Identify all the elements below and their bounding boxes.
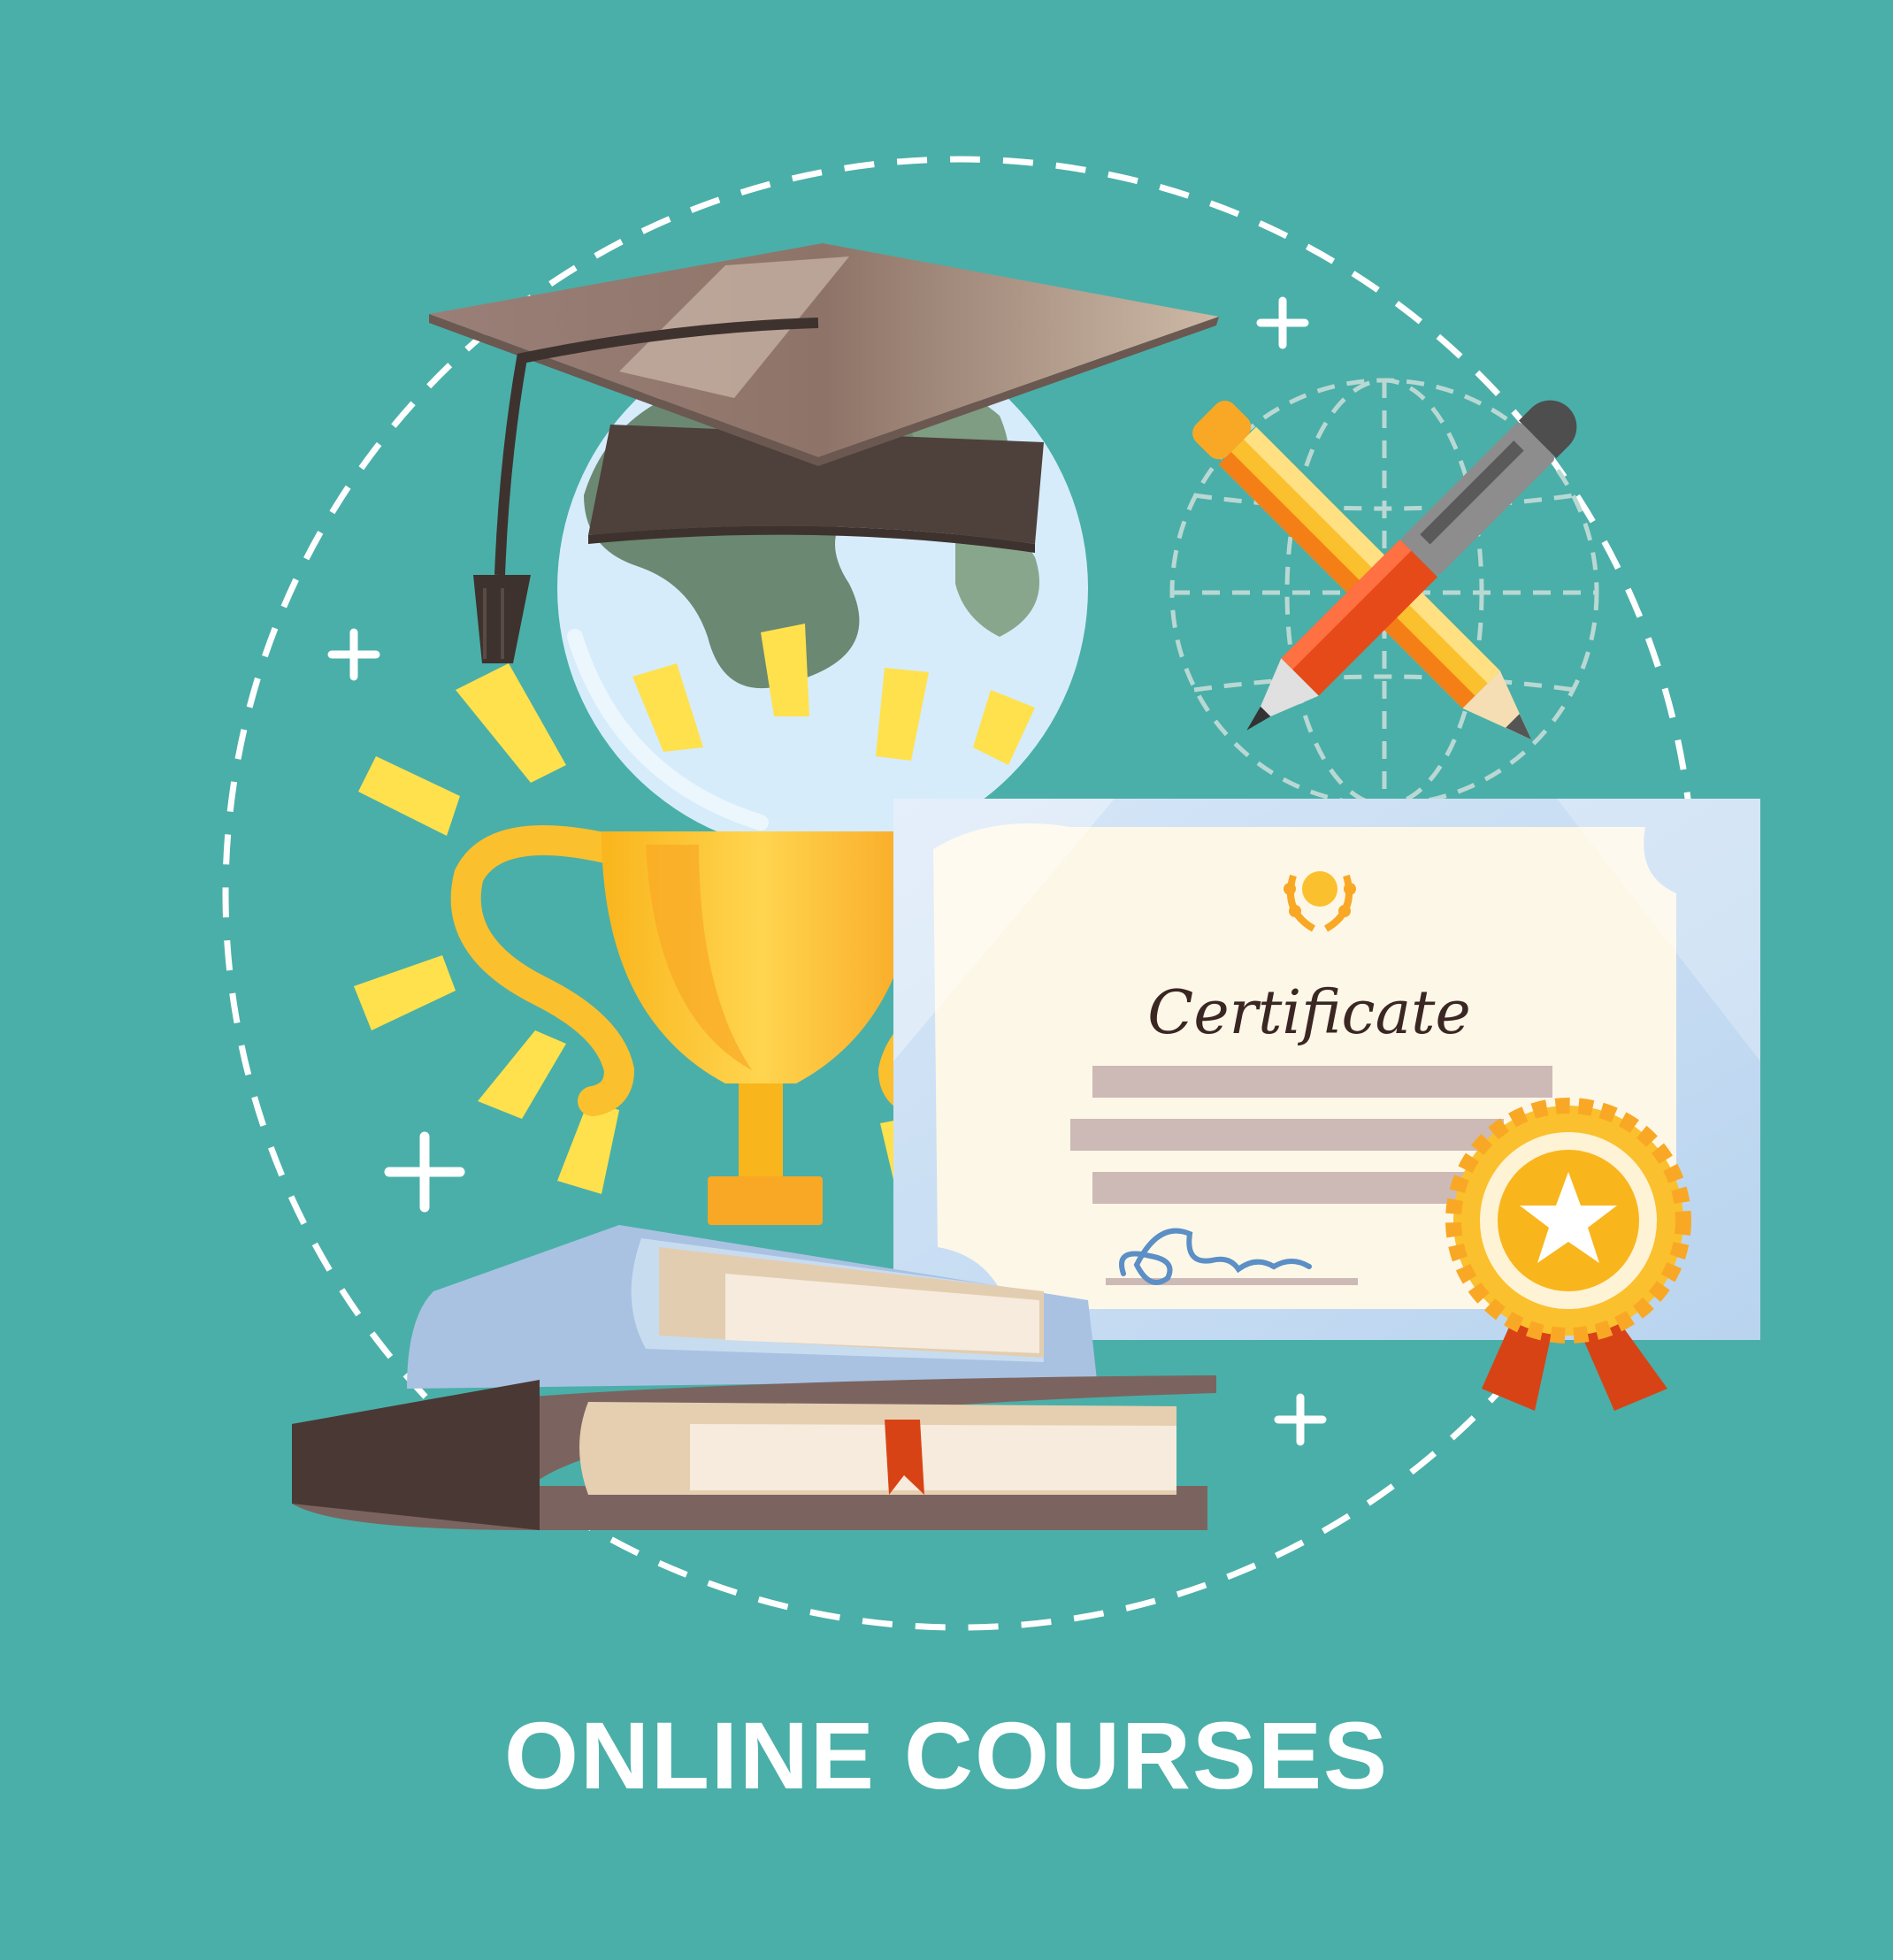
plus-sparkle-icon xyxy=(1274,1393,1327,1446)
plus-sparkle-icon xyxy=(1256,296,1309,349)
headline: ONLINE COURSES xyxy=(503,1702,1390,1809)
poster: Certificate ONLINE COURSES xyxy=(0,0,1893,1960)
pen-icon xyxy=(1246,400,1577,731)
certificate-title: Certificate xyxy=(1147,978,1470,1048)
plus-sparkle-icon xyxy=(384,1131,465,1213)
plus-sparkle-icon xyxy=(327,628,380,681)
award-rosette-icon xyxy=(1445,1098,1691,1411)
